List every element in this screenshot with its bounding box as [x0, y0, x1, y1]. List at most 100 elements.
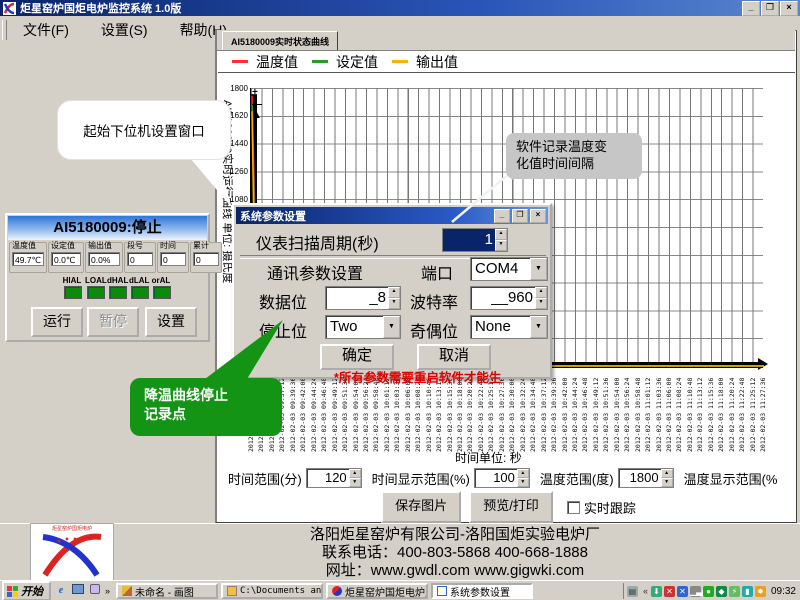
alarm-led	[153, 286, 171, 299]
parity-combobox[interactable]: None ▼	[470, 315, 548, 339]
spinner-arrows-icon[interactable]: ▲ ▼	[388, 287, 400, 309]
dialog-title: 系统参数设置	[240, 210, 306, 223]
desktop-quicklaunch-icon[interactable]	[71, 584, 85, 598]
system-tray: ▤ « ⬇ ✕ ✕ ▁▃▅ ● ◆ ⚡ ▮ ✸ 09:32	[622, 583, 800, 599]
stopbits-combobox[interactable]: Two ▼	[325, 315, 401, 339]
callout-start-window: 起始下位机设置窗口	[57, 100, 231, 160]
time-display-value[interactable]: 100	[475, 469, 517, 487]
field-value: 0	[193, 252, 219, 266]
restart-note: *所有参数需要重启软件才能生	[334, 371, 502, 385]
comm-group-label: 通讯参数设置	[267, 266, 364, 283]
dialog-restore-button[interactable]: ❐	[512, 208, 528, 223]
alarm-led	[64, 286, 82, 299]
baud-spinner[interactable]: __960 ▲ ▼	[470, 286, 548, 310]
spinner-arrows-icon[interactable]: ▲ ▼	[660, 469, 673, 487]
dropdown-arrow-icon[interactable]: ▼	[383, 316, 400, 338]
time-range-value[interactable]: 120	[307, 469, 349, 487]
dialog-titlebar[interactable]: 系统参数设置 _ ❐ ×	[236, 207, 548, 224]
spinner-arrows-icon[interactable]: ▲ ▼	[348, 469, 361, 487]
field-value: 0.0℃	[51, 252, 81, 266]
settings-button[interactable]: 设置	[145, 307, 197, 337]
window-titlebar[interactable]: 炬星窑炉国炬电炉监控系统 1.0版 _ ❐ ×	[0, 0, 800, 16]
time-range-spinner[interactable]: 120 ▲ ▼	[305, 468, 362, 488]
dropdown-arrow-icon[interactable]: ▼	[530, 316, 547, 338]
scan-period-value[interactable]: 1	[443, 229, 495, 251]
menu-grip	[2, 20, 7, 40]
update-tray-icon[interactable]: ⬇	[650, 585, 662, 597]
spinner-arrows-icon[interactable]: ▲ ▼	[535, 287, 547, 309]
task-system-params[interactable]: 系统参数设置	[431, 583, 534, 599]
parity-value[interactable]: None	[471, 316, 530, 338]
field-total: 累计 0	[190, 242, 222, 273]
restore-button[interactable]: ❐	[761, 0, 779, 16]
start-button[interactable]: 开始	[2, 581, 51, 600]
field-label: 段号	[127, 241, 143, 250]
preview-print-button[interactable]: 预览/打印	[469, 491, 553, 523]
menu-file[interactable]: 文件(F)	[13, 18, 79, 42]
callout-line: 降温曲线停止	[144, 387, 228, 403]
field-setpoint: 设定值 0.0℃	[48, 242, 84, 273]
dropdown-arrow-icon[interactable]: ▼	[530, 258, 547, 280]
task-explorer[interactable]: C:\Documents and Se...	[221, 583, 324, 599]
legend-label-temperature: 温度值	[256, 53, 298, 70]
stopbits-label: 停止位	[259, 324, 308, 341]
field-label: 累计	[193, 241, 209, 250]
time-display-spinner[interactable]: 100 ▲ ▼	[473, 468, 530, 488]
sun-tray-icon[interactable]: ✸	[754, 585, 766, 597]
media-quicklaunch-icon[interactable]	[88, 584, 102, 598]
task-paint[interactable]: 未命名 - 画图	[116, 583, 219, 599]
menu-settings[interactable]: 设置(S)	[91, 18, 158, 42]
spinner-arrows-icon[interactable]: ▲ ▼	[516, 469, 529, 487]
callout-line: 化值时间间隔	[516, 156, 595, 171]
task-monitor-app[interactable]: 炬星窑炉国炬电炉监...	[326, 583, 429, 599]
start-label: 开始	[21, 586, 43, 598]
field-temperature: 温度值 49.7℃	[9, 242, 47, 273]
contact-phone: 联系电话：400-803-5868 400-668-1888	[322, 544, 588, 561]
port-value[interactable]: COM4	[471, 258, 530, 280]
callout-record-interval: 软件记录温度变 化值时间间隔	[506, 133, 642, 179]
close-button[interactable]: ×	[780, 0, 798, 16]
databits-value[interactable]: _8	[326, 287, 388, 309]
window-title: 炬星窑炉国炬电炉监控系统 1.0版	[20, 3, 182, 15]
dialog-app-icon	[437, 586, 448, 596]
messenger-tray-icon[interactable]: ●	[702, 585, 714, 597]
power-tray-icon[interactable]: ⚡	[728, 585, 740, 597]
save-image-button[interactable]: 保存图片	[381, 491, 462, 523]
minimize-button[interactable]: _	[742, 0, 760, 16]
printer-tray-icon[interactable]: ▤	[626, 585, 638, 597]
stopbits-value[interactable]: Two	[326, 316, 383, 338]
ie-quicklaunch-icon[interactable]: e	[54, 584, 68, 598]
baud-value[interactable]: __960	[471, 287, 535, 309]
dialog-minimize-button[interactable]: _	[494, 208, 510, 223]
callout-cooling-stop: 降温曲线停止 记录点	[130, 378, 282, 436]
system-params-dialog: 系统参数设置 _ ❐ × 仪表扫描周期(秒) 1 ▲ ▼ 通讯参数设置 端口 CO…	[232, 203, 552, 385]
temp-range-value[interactable]: 1800	[619, 469, 661, 487]
lan-tray-icon[interactable]: ▮	[741, 585, 753, 597]
company-logo: 炬星窑炉国炬电炉	[30, 523, 114, 581]
scan-period-spinner[interactable]: 1 ▲ ▼	[442, 228, 508, 252]
port-combobox[interactable]: COM4 ▼	[470, 257, 548, 281]
dialog-close-button[interactable]: ×	[530, 208, 546, 223]
tray-collapse-chevron[interactable]: «	[643, 586, 648, 596]
databits-spinner[interactable]: _8 ▲ ▼	[325, 286, 401, 310]
quicklaunch-overflow-chevron[interactable]: »	[105, 586, 110, 596]
shield-tray-icon[interactable]: ◆	[715, 585, 727, 597]
port-label: 端口	[421, 266, 454, 283]
network-error-tray-icon[interactable]: ✕	[663, 585, 675, 597]
footer-bar: 炬星窑炉国炬电炉 洛阳炬星窑炉有限公司-洛阳国炬实验电炉厂 联系电话：400-8…	[0, 523, 800, 581]
run-button[interactable]: 运行	[31, 307, 83, 337]
folder-icon	[227, 586, 238, 596]
signal-tray-icon[interactable]: ▁▃▅	[689, 585, 708, 597]
realtime-track-label: 实时跟踪	[583, 500, 636, 516]
baud-label: 波特率	[410, 295, 459, 312]
chart-controls-row: 时间范围(分) 120 ▲ ▼ 时间显示范围(%) 100 ▲ ▼ 温度范围(度) …	[218, 464, 795, 492]
tab-realtime-curve[interactable]: AI5180009实时状态曲线	[222, 31, 339, 50]
temp-range-spinner[interactable]: 1800 ▲ ▼	[617, 468, 674, 488]
scan-period-label: 仪表扫描周期(秒)	[256, 236, 379, 253]
realtime-track-checkbox[interactable]	[566, 500, 580, 514]
pause-button[interactable]: 暂停	[87, 307, 139, 337]
network-error2-tray-icon[interactable]: ✕	[676, 585, 688, 597]
spinner-arrows-icon[interactable]: ▲ ▼	[495, 229, 507, 251]
alarm-label-dlal: dLAL	[129, 276, 150, 285]
chart-legend: 温度值 设定值 输出值	[218, 51, 795, 73]
